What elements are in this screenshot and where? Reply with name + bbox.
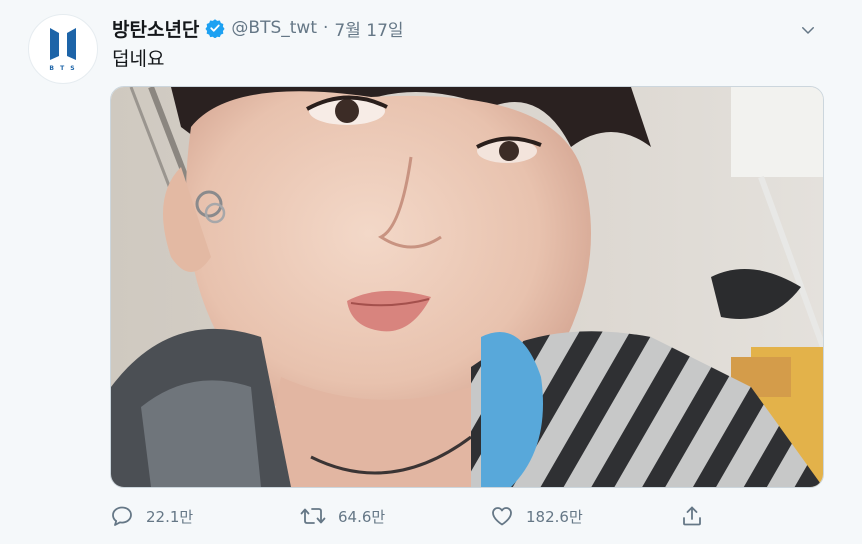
tweet-date[interactable]: 7월 17일 [334,16,403,41]
tweet-text: 덥네요 [112,48,165,70]
header-separator: · [322,18,329,38]
avatar-text: B T S [49,65,77,72]
more-options-button[interactable] [796,18,820,42]
retweet-icon [300,508,326,524]
user-handle[interactable]: @BTS_twt [231,18,317,38]
tweet-card[interactable]: B T S 방탄소년단 @BTS_twt · 7월 17일 덥네요 22.1만 … [0,0,862,544]
like-count: 182.6만 [526,507,583,526]
tweet-header: 방탄소년단 @BTS_twt · 7월 17일 [112,14,404,42]
retweet-count: 64.6만 [338,507,386,526]
reply-button[interactable]: 22.1만 [110,500,193,532]
bts-logo-icon [50,28,76,60]
reply-icon [112,506,132,526]
avatar[interactable]: B T S [28,14,98,84]
chevron-down-icon [802,27,814,34]
share-button[interactable] [680,500,704,532]
display-name[interactable]: 방탄소년단 [112,15,199,42]
tweet-actions: 22.1만 64.6만 182.6만 [110,500,710,532]
verified-badge-icon [205,18,225,38]
reply-count: 22.1만 [146,507,194,526]
like-button[interactable]: 182.6만 [490,500,583,532]
tweet-photo[interactable] [110,86,824,488]
share-icon [683,506,701,526]
retweet-button[interactable]: 64.6만 [300,500,385,532]
heart-icon [492,507,512,526]
